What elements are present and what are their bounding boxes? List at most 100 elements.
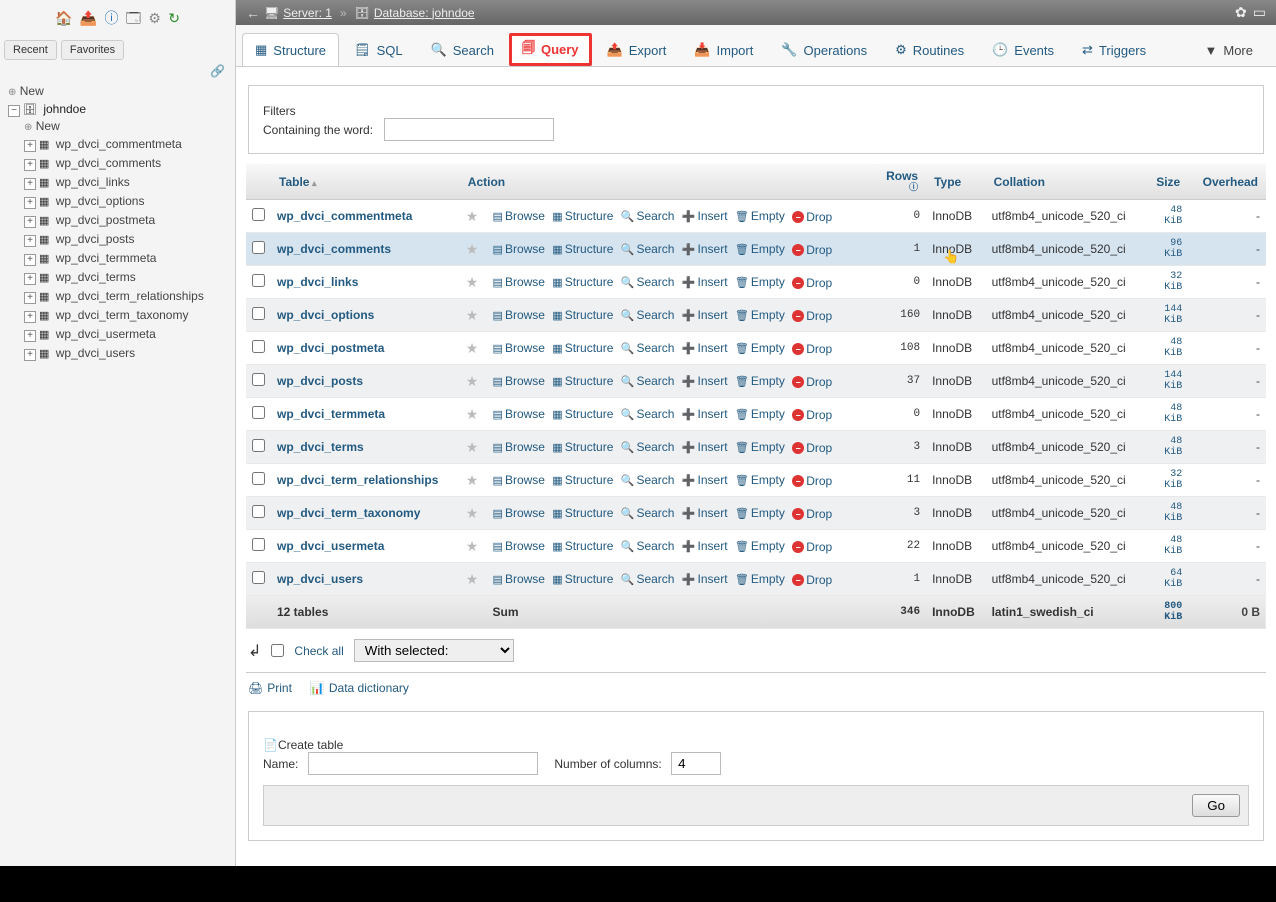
tree-toggle[interactable]: + — [24, 197, 36, 209]
tree-toggle[interactable]: + — [24, 159, 36, 171]
action-structure[interactable]: ▦ Structure — [552, 374, 613, 388]
row-checkbox[interactable] — [252, 274, 265, 287]
sidebar-tab-favorites[interactable]: Favorites — [61, 40, 124, 60]
action-structure[interactable]: ▦ Structure — [552, 242, 613, 256]
action-empty[interactable]: 🗑 Empty — [735, 407, 785, 421]
tree-table-link[interactable]: wp_dvci_options — [56, 194, 145, 208]
action-drop[interactable]: – Drop — [792, 309, 832, 323]
action-structure[interactable]: ▦ Structure — [552, 440, 613, 454]
star-icon[interactable]: ★ — [466, 538, 479, 554]
tab-search[interactable]: 🔍Search — [418, 33, 507, 66]
action-insert[interactable]: ➕ Insert — [682, 506, 728, 520]
home-icon[interactable]: 🏠 — [55, 10, 72, 26]
star-icon[interactable]: ★ — [466, 274, 479, 290]
settings-icon[interactable]: ⚙ — [148, 10, 161, 26]
tree-new-db[interactable]: New — [20, 84, 44, 98]
action-search[interactable]: 🔍 Search — [621, 275, 675, 289]
action-empty[interactable]: 🗑 Empty — [735, 440, 785, 454]
collapse-icon[interactable]: ▭ — [1253, 4, 1266, 21]
tree-db[interactable]: johndoe — [43, 102, 86, 116]
reload-icon[interactable]: ↻ — [168, 10, 180, 26]
tree-new-table[interactable]: New — [36, 119, 60, 133]
rows-help-icon[interactable]: ⓘ — [882, 183, 918, 193]
action-insert[interactable]: ➕ Insert — [682, 407, 728, 421]
action-empty[interactable]: 🗑 Empty — [735, 473, 785, 487]
table-name-link[interactable]: wp_dvci_term_relationships — [277, 473, 438, 487]
create-cols-input[interactable] — [671, 752, 721, 775]
tree-table-link[interactable]: wp_dvci_posts — [56, 232, 135, 246]
action-empty[interactable]: 🗑 Empty — [735, 374, 785, 388]
tree-toggle[interactable]: − — [8, 105, 20, 117]
tree-table-link[interactable]: wp_dvci_links — [56, 175, 130, 189]
tab-triggers[interactable]: ⇄Triggers — [1069, 33, 1159, 66]
col-collation[interactable]: Collation — [986, 164, 1145, 200]
col-size[interactable]: Size — [1145, 164, 1189, 200]
print-link[interactable]: 🖨Print — [248, 681, 292, 695]
action-empty[interactable]: 🗑 Empty — [735, 506, 785, 520]
table-name-link[interactable]: wp_dvci_usermeta — [277, 539, 384, 553]
action-browse[interactable]: ▤ Browse — [493, 374, 545, 388]
action-drop[interactable]: – Drop — [792, 243, 832, 257]
tree-table-link[interactable]: wp_dvci_commentmeta — [56, 137, 182, 151]
table-name-link[interactable]: wp_dvci_options — [277, 308, 374, 322]
tree-toggle[interactable]: + — [24, 349, 36, 361]
tree-table-link[interactable]: wp_dvci_termmeta — [56, 251, 157, 265]
action-insert[interactable]: ➕ Insert — [682, 209, 728, 223]
table-name-link[interactable]: wp_dvci_comments — [277, 242, 391, 256]
action-insert[interactable]: ➕ Insert — [682, 572, 728, 586]
back-icon[interactable]: ← — [246, 5, 260, 21]
action-empty[interactable]: 🗑 Empty — [735, 209, 785, 223]
row-checkbox[interactable] — [252, 241, 265, 254]
action-browse[interactable]: ▤ Browse — [493, 341, 545, 355]
star-icon[interactable]: ★ — [466, 340, 479, 356]
action-browse[interactable]: ▤ Browse — [493, 506, 545, 520]
action-insert[interactable]: ➕ Insert — [682, 473, 728, 487]
action-search[interactable]: 🔍 Search — [621, 506, 675, 520]
action-structure[interactable]: ▦ Structure — [552, 473, 613, 487]
star-icon[interactable]: ★ — [466, 472, 479, 488]
action-search[interactable]: 🔍 Search — [621, 539, 675, 553]
action-browse[interactable]: ▤ Browse — [493, 308, 545, 322]
action-browse[interactable]: ▤ Browse — [493, 209, 545, 223]
with-selected-dropdown[interactable]: With selected: — [354, 639, 514, 662]
table-name-link[interactable]: wp_dvci_commentmeta — [277, 209, 412, 223]
logout-icon[interactable]: 📤 — [80, 10, 97, 26]
breadcrumb-server[interactable]: Server: 1 — [283, 6, 332, 20]
star-icon[interactable]: ★ — [466, 373, 479, 389]
tab-import[interactable]: 📥Import — [681, 33, 766, 66]
tab-routines[interactable]: ⚙Routines — [882, 33, 977, 66]
tab-export[interactable]: 📤Export — [594, 33, 680, 66]
col-rows[interactable]: Rowsⓘ — [874, 164, 926, 200]
action-drop[interactable]: – Drop — [792, 474, 832, 488]
action-search[interactable]: 🔍 Search — [621, 572, 675, 586]
tab-more[interactable]: ▼More — [1192, 33, 1267, 66]
action-structure[interactable]: ▦ Structure — [552, 506, 613, 520]
action-empty[interactable]: 🗑 Empty — [735, 572, 785, 586]
tree-toggle[interactable]: + — [24, 254, 36, 266]
col-table[interactable]: Table — [271, 164, 460, 200]
table-name-link[interactable]: wp_dvci_termmeta — [277, 407, 385, 421]
tree-toggle[interactable]: + — [24, 273, 36, 285]
sql-icon[interactable]: 🗔 — [126, 10, 141, 26]
action-insert[interactable]: ➕ Insert — [682, 308, 728, 322]
action-insert[interactable]: ➕ Insert — [682, 275, 728, 289]
row-checkbox[interactable] — [252, 340, 265, 353]
action-browse[interactable]: ▤ Browse — [493, 539, 545, 553]
link-icon[interactable]: 🔗 — [210, 64, 225, 78]
action-browse[interactable]: ▤ Browse — [493, 572, 545, 586]
tab-events[interactable]: 🕒Events — [979, 33, 1067, 66]
action-structure[interactable]: ▦ Structure — [552, 308, 613, 322]
action-empty[interactable]: 🗑 Empty — [735, 242, 785, 256]
table-name-link[interactable]: wp_dvci_term_taxonomy — [277, 506, 420, 520]
action-drop[interactable]: – Drop — [792, 540, 832, 554]
docs-icon[interactable]: ⓘ — [105, 10, 119, 26]
tree-table-link[interactable]: wp_dvci_term_relationships — [56, 289, 204, 303]
filter-input[interactable] — [384, 118, 554, 141]
tree-toggle[interactable]: + — [24, 330, 36, 342]
breadcrumb-db[interactable]: Database: johndoe — [374, 6, 475, 20]
action-search[interactable]: 🔍 Search — [621, 341, 675, 355]
data-dictionary-link[interactable]: 📊Data dictionary — [310, 681, 409, 695]
col-type[interactable]: Type — [926, 164, 986, 200]
action-drop[interactable]: – Drop — [792, 408, 832, 422]
row-checkbox[interactable] — [252, 538, 265, 551]
